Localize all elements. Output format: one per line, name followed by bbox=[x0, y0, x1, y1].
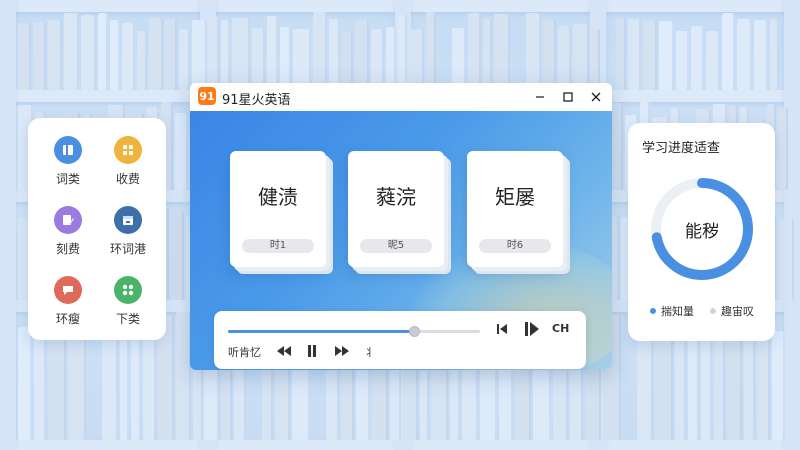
legend-dot bbox=[710, 308, 716, 314]
category-sidebar: 词类 收费 刻费 环词港 环瘦 下类 bbox=[28, 118, 166, 340]
book-icon bbox=[54, 136, 82, 164]
edit-icon bbox=[54, 206, 82, 234]
card-tag: 时1 bbox=[242, 239, 314, 253]
sidebar-item-practice[interactable]: 刻费 bbox=[40, 206, 96, 257]
grid-icon bbox=[114, 136, 142, 164]
word-card[interactable]: 健渍 时1 bbox=[230, 151, 326, 267]
progress-center-label: 能秽 bbox=[685, 221, 719, 242]
progress-panel-title: 学习进度适查 bbox=[642, 141, 721, 156]
listen-mode-label[interactable]: 听肯忆 bbox=[228, 344, 261, 360]
apps-icon bbox=[114, 276, 142, 304]
legend-item-known: 揣知量 bbox=[650, 303, 694, 319]
calendar-icon bbox=[114, 206, 142, 234]
close-icon bbox=[591, 92, 601, 102]
progress-thumb[interactable] bbox=[409, 326, 421, 337]
pause-icon bbox=[308, 345, 316, 357]
word-card-area: 健渍 时1 蕤浣 昵5 矩屡 时6 听肯忆 丬 CH bbox=[190, 111, 612, 370]
sidebar-item-label: 词类 bbox=[55, 172, 80, 186]
progress-fill bbox=[228, 330, 415, 333]
skip-previous-icon bbox=[497, 324, 507, 334]
sidebar-item-vocab[interactable]: 词类 bbox=[40, 136, 96, 187]
card-tag: 时6 bbox=[479, 239, 551, 253]
fast-forward-icon bbox=[335, 346, 349, 356]
chat-icon bbox=[54, 276, 82, 304]
card-word: 健渍 bbox=[258, 185, 298, 209]
word-card[interactable]: 矩屡 时6 bbox=[467, 151, 563, 267]
sidebar-item-review[interactable]: 环词港 bbox=[100, 206, 156, 257]
sidebar-item-label: 收费 bbox=[115, 172, 140, 186]
rewind-icon bbox=[277, 346, 291, 356]
progress-slider[interactable] bbox=[228, 326, 480, 337]
legend-dot bbox=[650, 308, 656, 314]
speed-button[interactable]: 丬 bbox=[364, 344, 375, 360]
sidebar-item-chat[interactable]: 环瘦 bbox=[40, 276, 96, 327]
word-card[interactable]: 蕤浣 昵5 bbox=[348, 151, 444, 267]
app-window: 91 91星火英语 健渍 时1 蕤浣 昵5 矩屡 时6 听肯忆 丬 CH bbox=[190, 83, 612, 370]
legend-label: 趣宙叹 bbox=[721, 305, 754, 318]
progress-panel: 学习进度适查 能秽 揣知量 趣宙叹 bbox=[628, 123, 775, 341]
play-button[interactable] bbox=[522, 319, 542, 339]
sidebar-item-label: 环瘦 bbox=[55, 312, 80, 326]
app-logo: 91 bbox=[198, 87, 216, 105]
close-button[interactable] bbox=[586, 87, 606, 107]
maximize-button[interactable] bbox=[558, 87, 578, 107]
sidebar-item-label: 下类 bbox=[115, 312, 140, 326]
language-toggle[interactable]: CH bbox=[552, 322, 569, 335]
sidebar-item-more[interactable]: 下类 bbox=[100, 276, 156, 327]
card-tag: 昵5 bbox=[360, 239, 432, 253]
fast-forward-button[interactable] bbox=[334, 343, 350, 359]
minimize-button[interactable] bbox=[530, 87, 550, 107]
legend-label: 揣知量 bbox=[661, 305, 694, 318]
audio-player: 听肯忆 丬 CH bbox=[214, 311, 586, 369]
card-word: 蕤浣 bbox=[376, 185, 416, 209]
rewind-button[interactable] bbox=[276, 343, 292, 359]
legend-item-remaining: 趣宙叹 bbox=[710, 303, 754, 319]
window-title: 91星火英语 bbox=[222, 93, 291, 108]
card-word: 矩屡 bbox=[495, 185, 535, 209]
maximize-icon bbox=[563, 92, 573, 102]
sidebar-item-label: 刻费 bbox=[55, 242, 80, 256]
minimize-icon bbox=[536, 96, 544, 98]
title-bar: 91 91星火英语 bbox=[190, 83, 612, 111]
play-icon bbox=[525, 322, 539, 336]
sidebar-item-label: 环词港 bbox=[109, 242, 146, 256]
sidebar-item-favorites[interactable]: 收费 bbox=[100, 136, 156, 187]
skip-previous-button[interactable] bbox=[494, 321, 510, 337]
pause-button[interactable] bbox=[304, 343, 320, 359]
